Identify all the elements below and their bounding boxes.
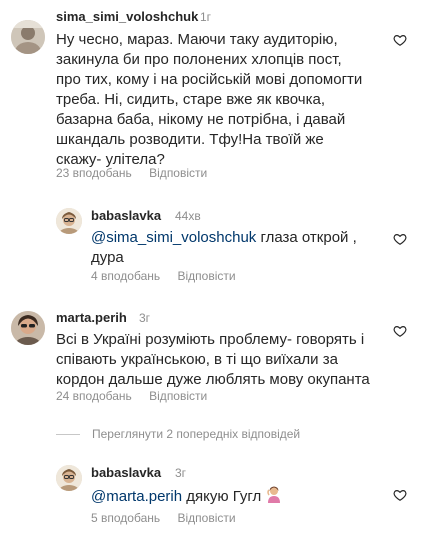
comment-time: 1г xyxy=(200,10,212,24)
avatar[interactable] xyxy=(11,311,45,345)
reply-button[interactable]: Відповісти xyxy=(177,269,235,283)
view-previous-replies-button[interactable]: Переглянути 2 попередніх відповідей xyxy=(56,427,300,441)
comment-line: кордон дальше дуже люблять мову окупанта xyxy=(56,371,370,388)
view-previous-label: Переглянути 2 попередніх відповідей xyxy=(92,427,301,441)
avatar[interactable] xyxy=(56,465,82,491)
comment-username[interactable]: sima_simi_voloshchuk xyxy=(56,9,198,24)
comment-username[interactable]: babaslavka xyxy=(91,465,161,480)
comment-text: @marta.perih дякую Гугл xyxy=(91,485,283,507)
comment-username[interactable]: babaslavka xyxy=(91,208,161,223)
likes-count[interactable]: 5 вподобань xyxy=(91,511,160,525)
comment-line: Ну чесно, мараз. Маючи таку аудиторію, xyxy=(56,31,338,48)
comment-text: Ну чесно, мараз. Маючи таку аудиторію, з… xyxy=(56,30,362,170)
comment-line: базарна баба, нікому не потрібна, і дава… xyxy=(56,111,346,128)
comment-text: Всі в Україні розуміють проблему- говоря… xyxy=(56,330,370,390)
comment-line: дура xyxy=(91,249,124,266)
comment-line: шкандаль розводити. Тфу!На твоїй же xyxy=(56,131,324,148)
comment-time: 44хв xyxy=(175,209,201,223)
avatar[interactable] xyxy=(56,208,82,234)
comment-line: закинула би про полонених хлопців пост, xyxy=(56,51,342,68)
comment-line: співають українською, в ті що виїхали за xyxy=(56,351,338,368)
comment-line: про тих, кому і на російській мові допом… xyxy=(56,71,363,88)
heart-icon[interactable] xyxy=(393,488,407,502)
comment-time: 3г xyxy=(139,311,151,325)
reply-button[interactable]: Відповісти xyxy=(149,389,207,403)
comment-meta: 4 вподобань Відповісти xyxy=(91,269,250,283)
person-gesturing-emoji xyxy=(267,486,281,503)
comment-line: дякую Гугл xyxy=(186,488,262,505)
comment-line: глаза открой , xyxy=(260,229,357,246)
mention-link[interactable]: @sima_simi_voloshchuk xyxy=(91,229,256,246)
comment-username[interactable]: marta.perih xyxy=(56,310,127,325)
mention-link[interactable]: @marta.perih xyxy=(91,488,182,505)
likes-count[interactable]: 23 вподобань xyxy=(56,166,132,180)
comment-meta: 5 вподобань Відповісти xyxy=(91,511,250,525)
comment-line: треба. Ні, сидить, старе вже як квочка, xyxy=(56,91,326,108)
heart-icon[interactable] xyxy=(393,33,407,47)
reply-button[interactable]: Відповісти xyxy=(149,166,207,180)
comment-meta: 23 вподобань Відповісти xyxy=(56,166,221,180)
comment-line: Всі в Україні розуміють проблему- говоря… xyxy=(56,331,365,348)
heart-icon[interactable] xyxy=(393,232,407,246)
comment-meta: 24 вподобань Відповісти xyxy=(56,389,221,403)
reply-button[interactable]: Відповісти xyxy=(177,511,235,525)
likes-count[interactable]: 24 вподобань xyxy=(56,389,132,403)
comment-text: @sima_simi_voloshchuk глаза открой , дур… xyxy=(91,228,357,268)
avatar[interactable] xyxy=(11,20,45,54)
comment-time: 3г xyxy=(175,466,187,480)
heart-icon[interactable] xyxy=(393,324,407,338)
divider xyxy=(56,434,80,436)
likes-count[interactable]: 4 вподобань xyxy=(91,269,160,283)
